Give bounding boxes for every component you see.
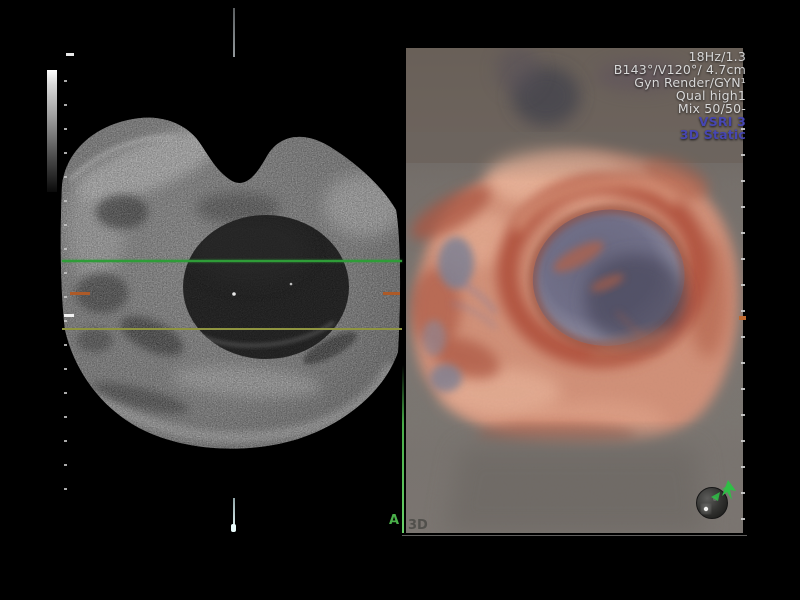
render-roi-bottom-line[interactable] <box>62 328 402 330</box>
probe-orientation-marker-tip <box>231 524 236 532</box>
hud-3d-static-mode: 3D Static <box>614 128 746 141</box>
roi-center-marker-left <box>70 292 90 295</box>
panel-bottom-frame-line <box>402 535 747 536</box>
hud-status-block: 18Hz/1.3 B143°/V120°/ 4.7cm Gyn Render/G… <box>614 50 746 141</box>
depth-ruler <box>64 80 67 508</box>
grayscale-bar <box>47 70 57 192</box>
ultrasound-screen: A <box>0 0 800 600</box>
grayscale-bar-tick <box>66 53 74 56</box>
render-3d-corner-label: 3D <box>408 518 428 533</box>
probe-orientation-marker-top <box>233 8 235 57</box>
plane-a-boundary-line <box>402 365 404 533</box>
roi-center-marker-right <box>383 292 400 295</box>
render-depth-ruler <box>741 128 745 528</box>
focus-depth-marker[interactable] <box>64 314 74 317</box>
render-ruler-accent-tick <box>739 316 746 320</box>
bmode-panel: A <box>0 0 406 600</box>
render-roi-top-line[interactable] <box>62 260 402 262</box>
plane-a-label: A <box>389 513 399 528</box>
bmode-image <box>0 0 406 600</box>
